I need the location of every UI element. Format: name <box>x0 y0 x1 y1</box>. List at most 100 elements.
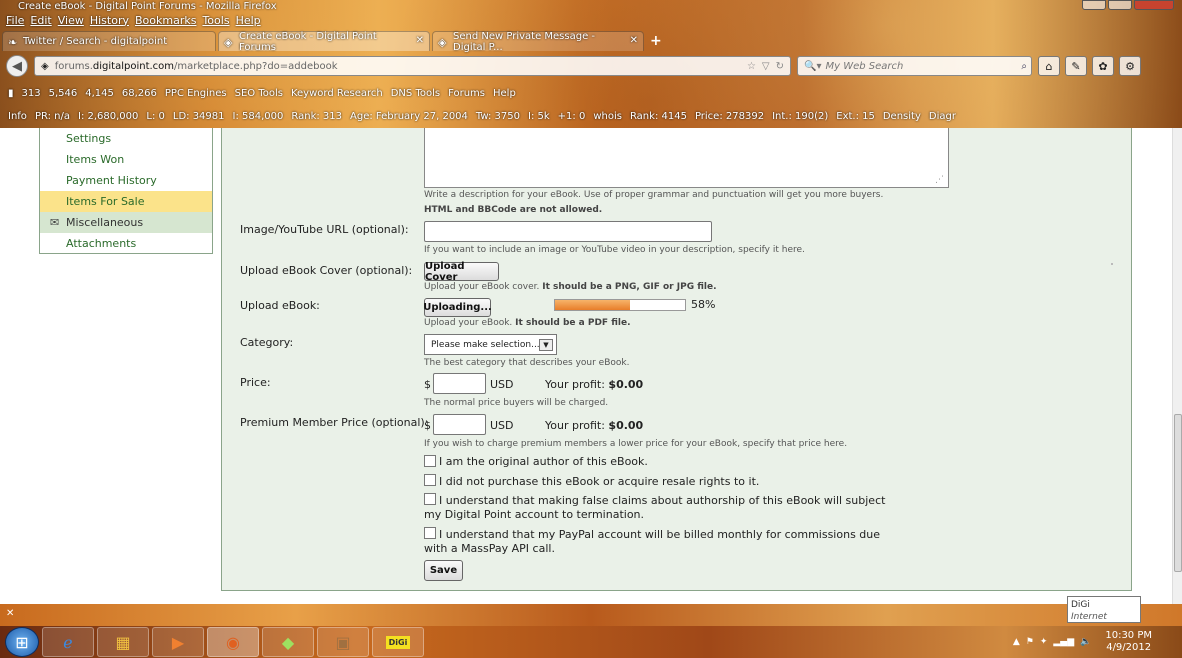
seo-stat[interactable]: Tw: 3750 <box>476 111 520 122</box>
resize-grip-icon[interactable]: ⋰ <box>935 175 944 185</box>
sidebar-item-items-for-sale[interactable]: Items For Sale <box>40 191 212 212</box>
seo-menu-ppc[interactable]: PPC Engines <box>165 88 227 99</box>
author-checkbox[interactable] <box>424 455 436 467</box>
taskbar-app-icon[interactable]: ◆ <box>262 627 314 657</box>
seo-stat[interactable]: Ext.: 15 <box>836 111 875 122</box>
tab-create-ebook[interactable]: ◈ Create eBook - Digital Point Forums ✕ <box>218 31 430 53</box>
seo-stat[interactable]: 5,546 <box>49 88 78 99</box>
profit-label: Your profit: <box>545 419 605 432</box>
chevron-down-icon[interactable]: ▼ <box>539 339 553 351</box>
seo-menu-keyword[interactable]: Keyword Research <box>291 88 383 99</box>
seo-stat[interactable]: 4,145 <box>85 88 114 99</box>
close-window-button[interactable] <box>1134 0 1174 10</box>
dropdown-arrow-icon[interactable]: ▽ <box>762 61 770 72</box>
tray-app-icon[interactable]: ✦ <box>1040 637 1048 647</box>
seo-stat[interactable]: +1: 0 <box>558 111 586 122</box>
tab-label: Twitter / Search - digitalpoint <box>23 36 168 47</box>
action-center-flag-icon[interactable]: ⚑ <box>1026 637 1034 647</box>
menu-bookmarks[interactable]: Bookmarks <box>135 14 196 27</box>
search-engine-icon[interactable]: 🔍▾ <box>804 61 821 72</box>
menu-edit[interactable]: Edit <box>30 14 51 27</box>
bookmark-star-icon[interactable]: ☆ <box>747 61 756 72</box>
seo-stat[interactable]: 313 <box>22 88 41 99</box>
uploading-button[interactable]: Uploading... <box>423 298 492 317</box>
seo-info[interactable]: Info <box>8 111 27 122</box>
start-button[interactable]: ⊞ <box>5 627 39 657</box>
taskbar-clock[interactable]: 10:30 PM 4/9/2012 <box>1105 630 1152 654</box>
seo-stat[interactable]: Int.: 190(2) <box>772 111 828 122</box>
seo-stat[interactable]: LD: 34981 <box>173 111 225 122</box>
volume-icon[interactable]: 🔈 <box>1080 637 1091 647</box>
reload-icon[interactable]: ↻ <box>776 61 784 72</box>
network-signal-icon[interactable]: ▂▄▆ <box>1053 637 1074 647</box>
seo-stat[interactable]: 68,266 <box>122 88 157 99</box>
close-addon-bar-icon[interactable]: ✕ <box>6 608 14 619</box>
price-input[interactable] <box>433 373 486 394</box>
taskbar-ie-icon[interactable]: ℯ <box>42 627 94 657</box>
addon-icon[interactable]: ✿ <box>1092 56 1114 76</box>
page-scrollbar[interactable] <box>1172 128 1182 604</box>
seo-stat[interactable]: L: 0 <box>146 111 164 122</box>
category-select[interactable]: Please make selection... ▼ <box>424 334 557 355</box>
premium-price-input[interactable] <box>433 414 486 435</box>
tab-twitter[interactable]: ❧ Twitter / Search - digitalpoint <box>2 31 216 51</box>
feather-icon[interactable]: ✎ <box>1065 56 1087 76</box>
paypal-checkbox[interactable] <box>424 527 436 539</box>
seo-density[interactable]: Density <box>883 111 921 122</box>
seo-stat[interactable]: Rank: 4145 <box>630 111 687 122</box>
miscellaneous-icon: ✉ <box>50 216 60 229</box>
resale-checkbox[interactable] <box>424 474 436 486</box>
upload-cover-button[interactable]: Upload Cover <box>424 261 499 283</box>
image-url-input[interactable] <box>424 221 712 242</box>
new-tab-button[interactable]: + <box>650 33 662 49</box>
sidebar-item-attachments[interactable]: Attachments <box>40 233 212 254</box>
seo-menu-dns[interactable]: DNS Tools <box>391 88 440 99</box>
sidebar-item-settings[interactable]: Settings <box>40 128 212 149</box>
taskbar-firefox-icon[interactable]: ◉ <box>207 627 259 657</box>
seo-stat[interactable]: I: 5k <box>528 111 550 122</box>
menu-tools[interactable]: Tools <box>202 14 229 27</box>
sidebar-item-items-won[interactable]: Items Won <box>40 149 212 170</box>
seo-stat[interactable]: I: 2,680,000 <box>78 111 138 122</box>
taskbar-media-player-icon[interactable]: ▶ <box>152 627 204 657</box>
site-identity-icon[interactable]: ◈ <box>41 61 49 72</box>
home-icon[interactable]: ⌂ <box>1038 56 1060 76</box>
windows-taskbar: ⊞ ℯ ▦ ▶ ◉ ◆ ▣ DiGi ▲ ⚑ ✦ ▂▄▆ 🔈 10:30 PM … <box>0 626 1182 658</box>
seo-whois[interactable]: whois <box>593 111 622 122</box>
menu-file[interactable]: File <box>6 14 24 27</box>
description-textarea[interactable]: ⋰ <box>424 128 949 188</box>
false-claims-checkbox[interactable] <box>424 493 436 505</box>
seo-stat[interactable]: I: 584,000 <box>233 111 284 122</box>
taskbar-package-icon[interactable]: ▣ <box>317 627 369 657</box>
seo-stat[interactable]: Price: 278392 <box>695 111 764 122</box>
minimize-button[interactable] <box>1082 0 1106 10</box>
seo-stat[interactable]: Age: February 27, 2004 <box>350 111 468 122</box>
scrollbar-thumb[interactable] <box>1174 414 1182 572</box>
category-selected: Please make selection... <box>431 339 540 350</box>
close-tab-icon[interactable]: ✕ <box>630 35 638 46</box>
tools-icon[interactable]: ⚙ <box>1119 56 1141 76</box>
taskbar-explorer-icon[interactable]: ▦ <box>97 627 149 657</box>
sidebar-item-payment-history[interactable]: Payment History <box>40 170 212 191</box>
seo-stat[interactable]: Rank: 313 <box>291 111 342 122</box>
tab-send-message[interactable]: ◈ Send New Private Message - Digital P..… <box>432 31 644 53</box>
save-button[interactable]: Save <box>424 560 463 581</box>
search-box[interactable]: 🔍▾ My Web Search ⌕ <box>797 56 1032 76</box>
ebook-hint: Upload your eBook. It should be a PDF fi… <box>424 318 630 328</box>
seo-menu-tools[interactable]: SEO Tools <box>235 88 283 99</box>
seo-menu-help[interactable]: Help <box>493 88 516 99</box>
back-button[interactable]: ◀ <box>6 55 28 77</box>
maximize-button[interactable] <box>1108 0 1132 10</box>
taskbar-digi-icon[interactable]: DiGi <box>372 627 424 657</box>
search-icon[interactable]: ⌕ <box>1021 61 1027 72</box>
menu-view[interactable]: View <box>58 14 84 27</box>
seo-diagnostics[interactable]: Diagr <box>929 111 956 122</box>
close-tab-icon[interactable]: ✕ <box>416 35 424 46</box>
url-bar[interactable]: ◈ forums. digitalpoint.com/marketplace.ph… <box>34 56 791 76</box>
seo-menu-forums[interactable]: Forums <box>448 88 485 99</box>
cover-hint: Upload your eBook cover. It should be a … <box>424 282 717 292</box>
tray-expand-icon[interactable]: ▲ <box>1013 637 1020 647</box>
menu-help[interactable]: Help <box>236 14 261 27</box>
menu-history[interactable]: History <box>90 14 129 27</box>
seo-stat[interactable]: PR: n/a <box>35 111 70 122</box>
